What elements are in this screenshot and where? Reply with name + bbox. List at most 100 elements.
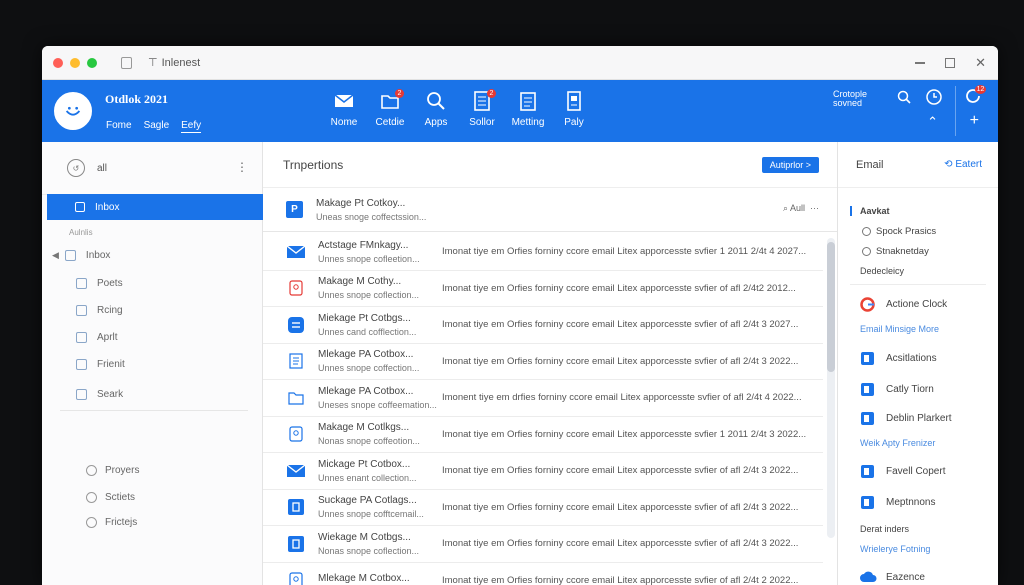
google-icon: [860, 297, 875, 317]
message-row[interactable]: Mickage Pt Cotbox... Unnes enant collecti…: [263, 453, 823, 490]
chevron-up-icon[interactable]: ⌃: [927, 114, 938, 130]
toolbar-paly-button[interactable]: Paly: [552, 90, 596, 128]
toolbar-sollor-button[interactable]: 2 Sollor: [460, 89, 504, 128]
message-row[interactable]: Suckage PA Cotlags... Unnes snope cofftce…: [263, 490, 823, 526]
message-row[interactable]: Mlekage PA Cotbox... Uneses snope coffeem…: [263, 380, 823, 417]
right-panel-link[interactable]: Email Minsige More: [860, 324, 939, 334]
clock-icon[interactable]: [926, 89, 942, 110]
right-panel-title: Email: [856, 158, 884, 171]
notification-badge: 12: [975, 85, 986, 94]
sync-icon[interactable]: 12: [964, 85, 986, 110]
contact-card-icon: [287, 572, 305, 585]
pinned-message[interactable]: P Makage Pt Cotkoy... Uneas snoge coffec…: [263, 188, 837, 232]
message-preview: Imonat tiye em Orfies forniny ccore emai…: [442, 538, 799, 550]
maximize-icon[interactable]: [945, 58, 956, 68]
sidebar-item-seark[interactable]: Seark: [76, 389, 123, 400]
app-link-eefy[interactable]: Eefy: [181, 120, 202, 133]
message-row[interactable]: Wiekage M Cotbgs... Nonas snope coflectio…: [263, 526, 823, 563]
sidebar-item-sctiets[interactable]: Sctiets: [86, 492, 135, 503]
more-icon[interactable]: ⋮: [236, 160, 248, 174]
search-icon[interactable]: [897, 90, 911, 109]
message-preview: Imonat tiye em Orfies forniny ccore emai…: [442, 246, 807, 258]
list-icon: [76, 359, 87, 370]
right-panel-item[interactable]: Actione Clock: [886, 299, 947, 310]
close-icon[interactable]: ✕: [975, 55, 986, 71]
agenda-item[interactable]: Stnaknetday: [876, 246, 929, 257]
right-panel-item[interactable]: Eazence: [886, 572, 925, 583]
toolbar-cetdie-button[interactable]: 2 Cetdie: [368, 89, 412, 128]
message-row[interactable]: Mlekage M Cotbox... Imonat tiye em Orfies…: [263, 563, 823, 585]
right-panel-item[interactable]: Catly Tiorn: [886, 384, 934, 395]
extra-link[interactable]: ⟲ Eatert: [944, 159, 982, 170]
message-row[interactable]: Mlekage PA Cotbox... Unnes snope coffecti…: [263, 344, 823, 380]
sidebar-top: ↺ all ⋮: [42, 142, 262, 195]
toolbar-nome-button[interactable]: Nome: [322, 90, 366, 128]
sidebar-item-aprlt[interactable]: Aprlt: [76, 332, 118, 343]
archive-icon: [76, 389, 87, 400]
sidebar-item-frienit[interactable]: Frienit: [76, 359, 125, 370]
agenda-item[interactable]: Spock Prasics: [876, 226, 936, 237]
settings-icon: [86, 492, 97, 503]
right-panel-item[interactable]: Favell Copert: [886, 466, 945, 477]
message-preview: Imonat tiye em Orfies forniny ccore emai…: [442, 465, 799, 477]
list-header: Trnpertions Autiprlor >: [263, 142, 837, 188]
app-link-sagle[interactable]: Sagle: [144, 120, 170, 133]
plus-icon[interactable]: +: [970, 112, 979, 130]
sidebar-section-label: Aulnlis: [69, 228, 93, 237]
app-link-home[interactable]: Fome: [106, 120, 132, 133]
scrollbar[interactable]: [827, 238, 835, 538]
right-panel-link[interactable]: Weik Apty Frenizer: [860, 438, 935, 448]
sidebar-item-poets[interactable]: Poets: [76, 278, 123, 289]
right-panel-item[interactable]: Deblin Plarkert: [886, 413, 952, 424]
refresh-icon[interactable]: ↺: [67, 159, 85, 177]
right-panel-link[interactable]: Wrielerye Fotning: [860, 544, 930, 554]
person-icon: [86, 465, 97, 476]
sidebar-item-inbox-active[interactable]: Inbox: [47, 194, 263, 220]
key-icon: [86, 517, 97, 528]
message-preview: Imonat tiye em Orfies forniny ccore emai…: [442, 501, 799, 513]
contact-card-icon: [287, 426, 305, 442]
app-links: Fome Sagle Eefy: [106, 120, 202, 133]
calendar-icon[interactable]: [121, 56, 132, 69]
message-row[interactable]: Miekage Pt Cotbgs... Unnes cand cofflecti…: [263, 307, 823, 344]
ribbon: Otdlok 2021 Fome Sagle Eefy Nome 2 Cetdi…: [42, 80, 998, 142]
sidebar-item-rcing[interactable]: Rcing: [76, 305, 123, 316]
scrollbar-thumb[interactable]: [827, 242, 835, 372]
sidebar-item-inbox[interactable]: ◀ Inbox: [52, 250, 110, 261]
title-bar: ⊤ Inlenest ✕: [42, 46, 998, 80]
message-row[interactable]: Actstage FMnkagy... Unnes snope cofleetio…: [263, 234, 823, 271]
search-filter-button[interactable]: ⌕ Aull ···: [783, 203, 819, 214]
tablet-icon: [567, 91, 581, 111]
list-action-button[interactable]: Autiprlor >: [761, 157, 819, 173]
toolbar-apps-button[interactable]: Apps: [414, 90, 458, 128]
avatar[interactable]: [54, 92, 92, 130]
cloud-icon: [860, 570, 877, 585]
message-sender: Mickage Pt Cotbox...: [318, 458, 411, 470]
message-sender: Miekage Pt Cotbgs...: [318, 312, 411, 324]
sidebar-item-frictejs[interactable]: Frictejs: [86, 517, 137, 528]
toolbar-metting-button[interactable]: Metting: [506, 90, 550, 128]
close-window-button[interactable]: [53, 57, 63, 68]
clipboard-icon: [520, 92, 536, 111]
message-subline: Unnes snope cofleetion...: [318, 253, 420, 264]
right-panel-item[interactable]: Acsitlations: [886, 353, 937, 364]
chevron-left-icon[interactable]: ◀: [52, 250, 59, 261]
right-panel-item[interactable]: Meptnnons: [886, 497, 935, 508]
message-subline: Unnes enant collection...: [318, 472, 417, 483]
window-title: Inlenest: [161, 56, 201, 69]
minimize-window-button[interactable]: [70, 57, 80, 68]
message-subline: Nonas snope coflection...: [318, 545, 420, 556]
message-row[interactable]: Makage M Cothy... Unnes snope coflection.…: [263, 271, 823, 307]
app-tile-icon: [287, 535, 305, 552]
message-row[interactable]: Makage M Cotlkgs... Nonas snope coffeotio…: [263, 417, 823, 453]
account-status[interactable]: Crotople sovned: [833, 90, 883, 108]
inbox-icon: [75, 202, 85, 212]
pin-icon: ⊤: [148, 57, 158, 69]
minimize-icon[interactable]: [915, 62, 926, 64]
app-window: ⊤ Inlenest ✕ Otdlok 2021 Fome Sagle Eefy…: [42, 46, 998, 585]
sidebar-item-proyers[interactable]: Proyers: [86, 465, 139, 476]
tile-icon: [860, 464, 875, 484]
zoom-window-button[interactable]: [87, 57, 97, 68]
notification-badge: 2: [395, 89, 404, 98]
ribbon-right: Crotople sovned 12 ⌃ +: [798, 80, 998, 142]
